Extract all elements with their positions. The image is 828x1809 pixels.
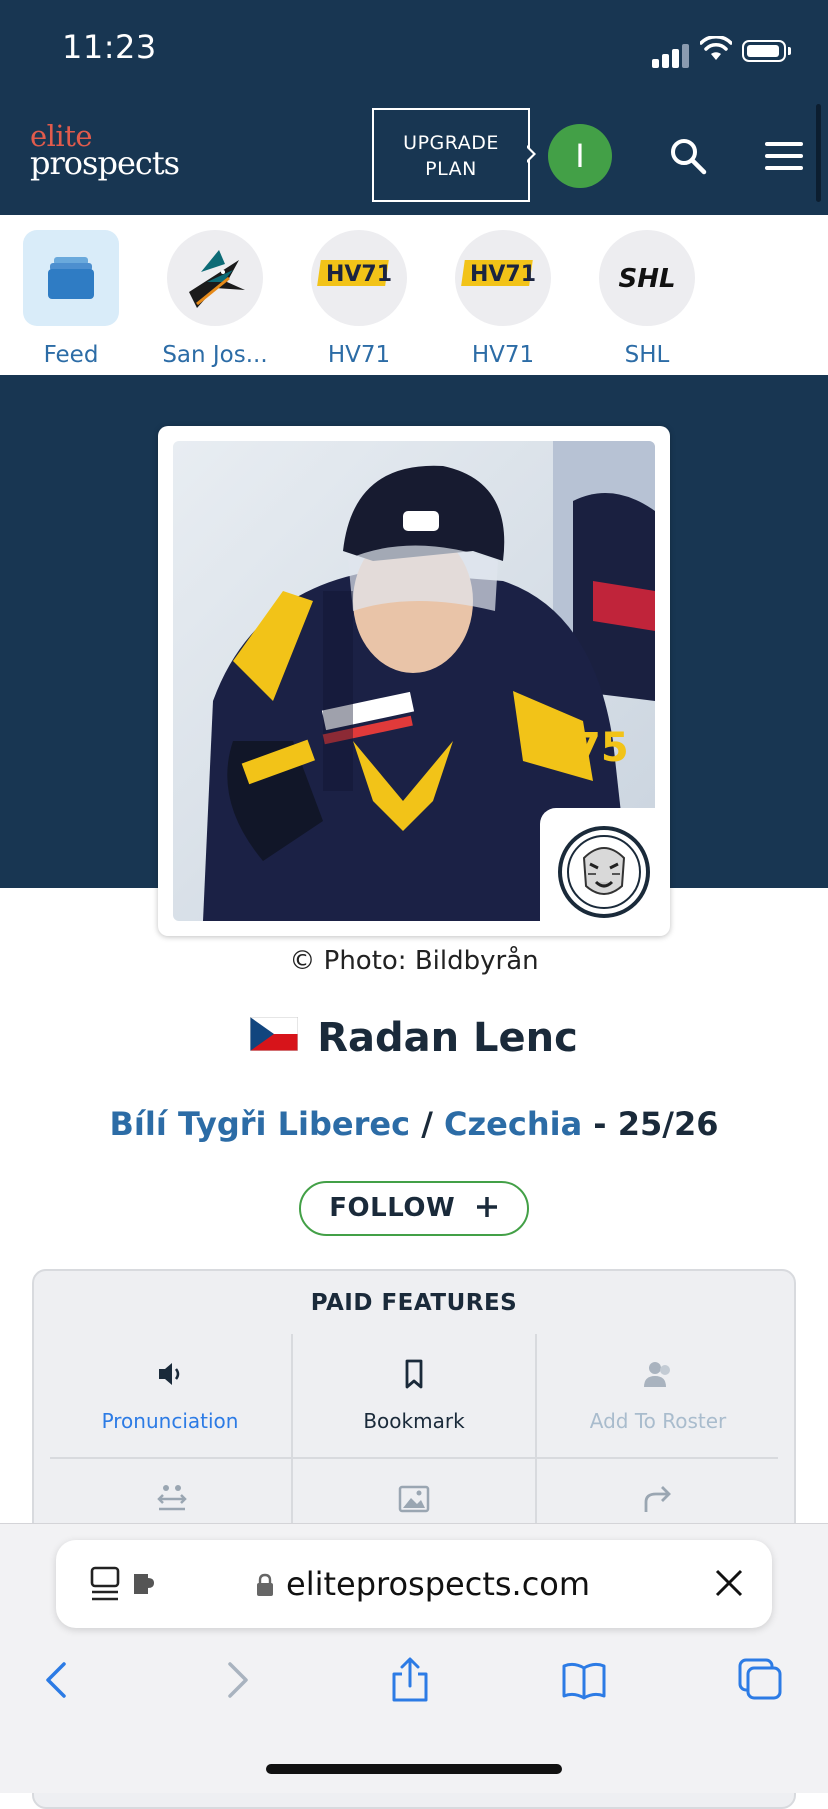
team-badge-bili-tygri[interactable] <box>540 808 658 926</box>
wifi-icon <box>700 36 732 60</box>
country-link[interactable]: Czechia <box>444 1105 582 1143</box>
favorite-feed[interactable]: Feed <box>11 230 131 368</box>
user-avatar[interactable]: I <box>548 124 612 188</box>
follow-button[interactable]: FOLLOW <box>299 1181 529 1236</box>
share-icon[interactable] <box>386 1656 434 1704</box>
favorite-label: HV71 <box>471 342 535 368</box>
upgrade-label: UPGRADE <box>403 132 499 154</box>
add-to-roster-feature[interactable]: Add To Roster <box>537 1357 779 1433</box>
bookmark-icon <box>405 1359 423 1389</box>
favorite-san-jose[interactable]: San Jos... <box>155 230 275 368</box>
logo-prospects-text: prospects <box>30 144 180 182</box>
forward-icon[interactable] <box>212 1656 260 1704</box>
favorite-shl[interactable]: SHL SHL <box>587 230 707 368</box>
favorite-label: HV71 <box>327 342 391 368</box>
url-text[interactable]: eliteprospects.com <box>286 1565 590 1603</box>
hamburger-menu-icon[interactable] <box>765 142 803 170</box>
team-country-season: Bílí Tygři Liberec / Czechia - 25/26 <box>0 1105 828 1143</box>
svg-text:75: 75 <box>573 725 629 771</box>
image-icon[interactable] <box>397 1482 431 1516</box>
photo-credit: © Photo: Bildbyrån <box>289 946 539 976</box>
favorite-label: San Jos... <box>162 342 268 368</box>
speaker-icon <box>159 1363 180 1385</box>
status-icons <box>650 34 795 68</box>
compare-icon[interactable] <box>155 1482 189 1516</box>
elite-prospects-logo[interactable]: elite prospects <box>30 122 200 192</box>
bookmarks-icon[interactable] <box>560 1656 608 1704</box>
shl-logo: SHL <box>599 230 695 326</box>
team-link[interactable]: Bílí Tygři Liberec <box>110 1105 411 1143</box>
player-name-row: Radan Lenc <box>0 1015 828 1061</box>
hv71-logo: HV71 <box>311 230 407 326</box>
upgrade-plan-button[interactable]: UPGRADE PLAN <box>372 108 530 202</box>
team-separator: / <box>410 1105 445 1143</box>
favorite-label: Feed <box>43 342 99 368</box>
search-icon[interactable] <box>668 136 708 176</box>
lock-icon <box>257 1573 273 1596</box>
scroll-indicator <box>816 104 821 202</box>
favorites-strip: Feed San Jos... HV71 HV71 HV71 HV71 SHL … <box>0 215 828 375</box>
favorite-hv71[interactable]: HV71 HV71 <box>299 230 419 368</box>
svg-text:HV71: HV71 <box>470 262 536 287</box>
season-label: - 25/26 <box>582 1105 719 1143</box>
home-indicator <box>266 1764 562 1774</box>
close-icon[interactable] <box>714 1568 744 1598</box>
follow-label: FOLLOW <box>329 1193 456 1223</box>
status-time: 11:23 <box>62 28 157 66</box>
favorite-hv71-2[interactable]: HV71 HV71 <box>443 230 563 368</box>
player-name: Radan Lenc <box>317 1015 578 1061</box>
bookmark-feature[interactable]: Bookmark <box>293 1357 535 1433</box>
czech-flag-icon <box>249 1016 299 1052</box>
plan-label: PLAN <box>425 158 477 180</box>
favorite-label: SHL <box>624 342 670 368</box>
plus-icon <box>476 1197 497 1217</box>
share-arrow-icon[interactable] <box>640 1482 674 1516</box>
pronunciation-feature[interactable]: Pronunciation <box>49 1357 291 1433</box>
feed-stack-icon <box>23 230 119 326</box>
page-menu-icon[interactable] <box>90 1566 170 1602</box>
svg-text:HV71: HV71 <box>326 262 392 287</box>
feature-divider <box>50 1457 778 1459</box>
pronunciation-label: Pronunciation <box>101 1409 239 1433</box>
add-to-roster-label: Add To Roster <box>589 1409 727 1433</box>
hv71-logo: HV71 <box>455 230 551 326</box>
add-user-icon <box>644 1362 670 1387</box>
battery-icon <box>742 40 786 62</box>
bookmark-label: Bookmark <box>363 1409 465 1433</box>
tabs-icon[interactable] <box>736 1656 784 1704</box>
sharks-logo <box>167 230 263 326</box>
paid-features-title: PAID FEATURES <box>310 1290 518 1316</box>
svg-text:SHL: SHL <box>618 264 675 294</box>
back-icon[interactable] <box>34 1656 82 1704</box>
